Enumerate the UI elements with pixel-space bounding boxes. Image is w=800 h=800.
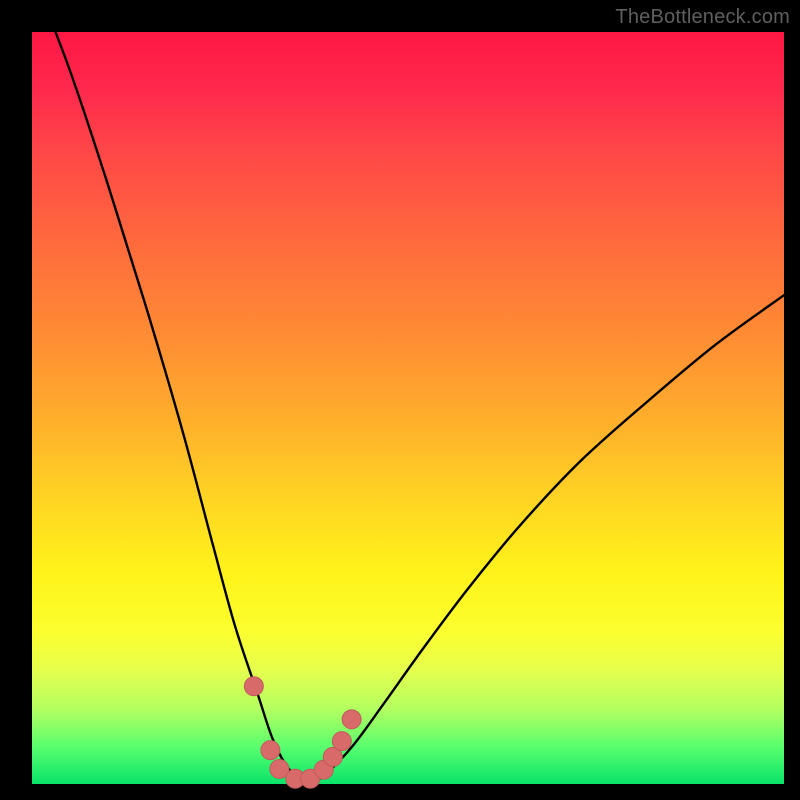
- marker-point: [244, 677, 263, 696]
- chart-frame: TheBottleneck.com: [0, 0, 800, 800]
- plot-area: [32, 32, 784, 784]
- marker-point: [342, 710, 361, 729]
- marker-series: [244, 677, 361, 788]
- marker-point: [332, 732, 351, 751]
- bottleneck-curve: [32, 0, 784, 781]
- marker-point: [261, 741, 280, 760]
- chart-svg: [32, 32, 784, 784]
- watermark-text: TheBottleneck.com: [615, 6, 790, 29]
